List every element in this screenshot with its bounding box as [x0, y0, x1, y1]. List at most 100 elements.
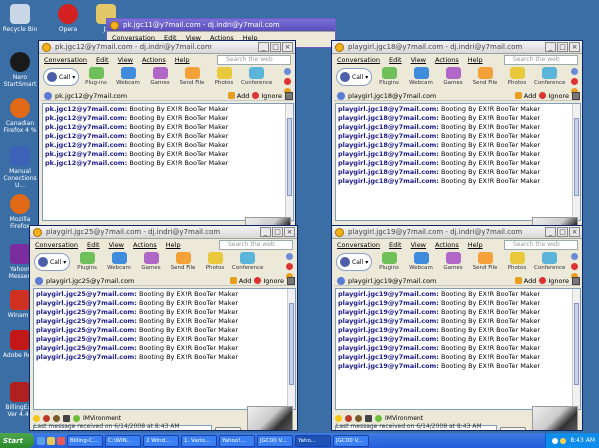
- send-file-button[interactable]: Send File: [470, 251, 500, 271]
- search-input[interactable]: Search the web: [504, 55, 578, 65]
- menu-actions[interactable]: Actions: [142, 56, 166, 64]
- photos-button[interactable]: Photos: [502, 66, 532, 86]
- message-scrollbar[interactable]: [285, 104, 293, 220]
- message-history[interactable]: pk.jgc12@y7mail.com: Booting By EX!R Boo…: [42, 103, 294, 221]
- stop-icon[interactable]: [284, 78, 291, 85]
- menu-help[interactable]: Help: [166, 241, 181, 249]
- plugins-button[interactable]: Plug-ins: [81, 66, 111, 86]
- ignore-button[interactable]: Ignore: [539, 92, 569, 100]
- chat-window[interactable]: playgirl.jgc19@y7mail.com - dj.indri@y7m…: [331, 225, 583, 431]
- menu-edit[interactable]: Edit: [87, 241, 100, 249]
- maximize-button[interactable]: □: [272, 227, 283, 237]
- webcam-button[interactable]: Webcam: [104, 251, 134, 271]
- taskbar-button[interactable]: 1. Vario...: [181, 434, 217, 447]
- menu-actions[interactable]: Actions: [133, 241, 157, 249]
- games-button[interactable]: Games: [145, 66, 175, 86]
- menu-view[interactable]: View: [411, 56, 426, 64]
- menu-view[interactable]: View: [118, 56, 133, 64]
- audible-icon[interactable]: [43, 414, 50, 422]
- menu-view[interactable]: View: [109, 241, 124, 249]
- menu-help[interactable]: Help: [175, 56, 190, 64]
- person-icon[interactable]: [287, 276, 295, 285]
- person-icon[interactable]: [285, 91, 293, 100]
- message-history[interactable]: playgirl.jgc19@y7mail.com: Booting By EX…: [335, 288, 581, 410]
- info-icon[interactable]: [571, 68, 578, 75]
- call-button[interactable]: Call ▾: [336, 253, 372, 271]
- call-button[interactable]: Call ▾: [34, 253, 70, 271]
- start-button[interactable]: Start: [0, 433, 34, 448]
- close-button[interactable]: ×: [569, 42, 580, 52]
- buzz-icon[interactable]: [53, 414, 60, 422]
- desktop-icon-connections[interactable]: Manual Conections U...: [2, 146, 38, 189]
- minimize-button[interactable]: _: [258, 42, 269, 52]
- window-titlebar[interactable]: pk.jgc12@y7mail.com - dj.indri@y7mail.co…: [39, 41, 295, 54]
- send-file-button[interactable]: Send File: [470, 66, 500, 86]
- audible-icon[interactable]: [345, 414, 352, 422]
- menu-edit[interactable]: Edit: [389, 241, 402, 249]
- taskbar-button[interactable]: Yaho...: [295, 434, 331, 447]
- taskbar-button[interactable]: JGC00 V...: [257, 434, 293, 447]
- taskbar-button[interactable]: Yahoo!...: [219, 434, 255, 447]
- stop-icon[interactable]: [571, 263, 578, 270]
- search-input[interactable]: Search the web: [219, 240, 293, 250]
- send-file-button[interactable]: Send File: [177, 66, 207, 86]
- desktop-icon[interactable]: [47, 436, 55, 445]
- call-button[interactable]: Call ▾: [43, 68, 79, 86]
- scrollbar-thumb[interactable]: [289, 303, 294, 385]
- desktop-icon-opera[interactable]: Opera: [50, 4, 86, 33]
- add-contact-button[interactable]: Add: [229, 277, 251, 285]
- chat-window[interactable]: playgirl.jgc18@y7mail.com - dj.indri@y7m…: [331, 40, 583, 228]
- plugins-button[interactable]: Plugins: [72, 251, 102, 271]
- scrollbar-thumb[interactable]: [574, 303, 579, 385]
- send-file-button[interactable]: Send File: [168, 251, 198, 271]
- menu-conversation[interactable]: Conversation: [337, 56, 380, 64]
- imvironment-icon[interactable]: [375, 414, 382, 422]
- ignore-button[interactable]: Ignore: [539, 277, 569, 285]
- conference-button[interactable]: Conference: [241, 66, 272, 86]
- add-contact-button[interactable]: Add: [227, 92, 249, 100]
- message-history[interactable]: playgirl.jgc18@y7mail.com: Booting By EX…: [335, 103, 581, 221]
- taskbar-button[interactable]: JGC00 V...: [333, 434, 369, 447]
- menu-edit[interactable]: Edit: [96, 56, 109, 64]
- taskbar-button[interactable]: Billing-C...: [67, 434, 103, 447]
- menu-view[interactable]: View: [411, 241, 426, 249]
- stop-icon[interactable]: [286, 263, 293, 270]
- emoticon-icon[interactable]: [33, 414, 40, 422]
- close-button[interactable]: ×: [569, 227, 580, 237]
- message-scrollbar[interactable]: [287, 289, 295, 409]
- games-button[interactable]: Games: [438, 251, 468, 271]
- webcam-button[interactable]: Webcam: [406, 66, 436, 86]
- window-titlebar[interactable]: playgirl.jgc18@y7mail.com - dj.indri@y7m…: [332, 41, 582, 54]
- minimize-button[interactable]: _: [545, 42, 556, 52]
- imvironment-icon[interactable]: [73, 414, 80, 422]
- person-icon[interactable]: [572, 91, 580, 100]
- maximize-button[interactable]: □: [557, 42, 568, 52]
- person-icon[interactable]: [572, 276, 580, 285]
- menu-edit[interactable]: Edit: [389, 56, 402, 64]
- font-icon[interactable]: [63, 414, 70, 422]
- webcam-button[interactable]: Webcam: [113, 66, 143, 86]
- buzz-icon[interactable]: [355, 414, 362, 422]
- network-icon[interactable]: [552, 437, 559, 444]
- send-button[interactable]: Send: [215, 427, 241, 430]
- close-button[interactable]: ×: [282, 42, 293, 52]
- minimize-button[interactable]: _: [545, 227, 556, 237]
- stop-icon[interactable]: [571, 78, 578, 85]
- plugins-button[interactable]: Plugins: [374, 251, 404, 271]
- info-icon[interactable]: [571, 253, 578, 260]
- scrollbar-thumb[interactable]: [287, 118, 292, 196]
- games-button[interactable]: Games: [136, 251, 166, 271]
- menu-conversation[interactable]: Conversation: [44, 56, 87, 64]
- send-button[interactable]: Send: [500, 427, 526, 430]
- add-contact-button[interactable]: Add: [514, 92, 536, 100]
- games-button[interactable]: Games: [438, 66, 468, 86]
- volume-icon[interactable]: [560, 437, 567, 444]
- minimize-button[interactable]: _: [260, 227, 271, 237]
- webcam-button[interactable]: Webcam: [406, 251, 436, 271]
- message-scrollbar[interactable]: [572, 289, 580, 409]
- taskbar-button[interactable]: C:\WIN...: [105, 434, 141, 447]
- info-icon[interactable]: [286, 253, 293, 260]
- photos-button[interactable]: Photos: [502, 251, 532, 271]
- ie-icon[interactable]: [37, 436, 45, 445]
- search-input[interactable]: Search the web: [504, 240, 578, 250]
